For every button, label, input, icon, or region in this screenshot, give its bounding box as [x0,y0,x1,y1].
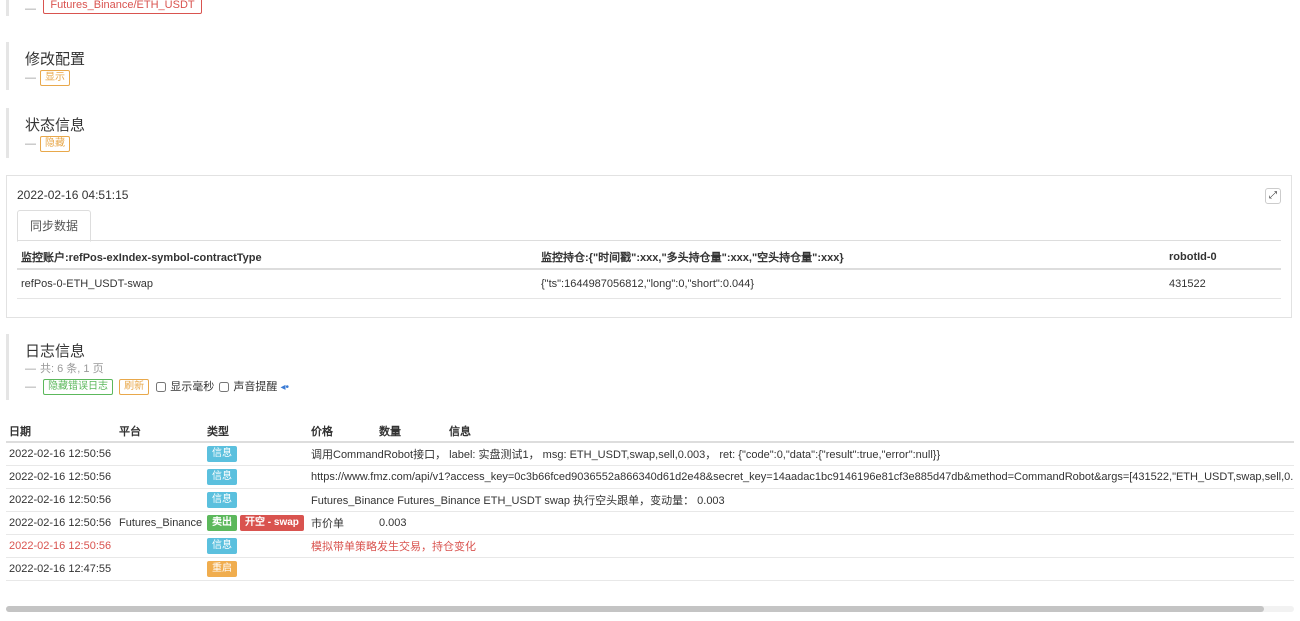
log-title: 日志信息 [25,343,86,360]
status-cell-position: {"ts":1644987056812,"long":0,"short":0.0… [537,269,1165,299]
tab-sync-data[interactable]: 同步数据 [17,210,92,242]
log-summary: 共: 6 条, 1 页 [40,363,104,375]
log-platform [116,557,204,581]
dash: — [25,363,36,375]
speaker-icon[interactable]: ◂• [280,382,289,393]
table-row: 2022-02-16 12:50:56 信息 模拟带单策略发生交易，持仓变化 [6,534,1294,558]
type-badge: 重启 [207,561,237,577]
log-type: 信息 [204,465,308,489]
log-message: Futures_Binance Futures_Binance ETH_USDT… [308,488,1294,512]
dash: — [25,381,36,393]
log-platform [116,465,204,489]
log-message [308,557,1294,581]
status-col-position: 监控持仓:{"时间戳":xxx,"多头持仓量":xxx,"空头持仓量":xxx} [537,246,1165,270]
hide-error-logs-button[interactable]: 隐藏错误日志 [43,379,114,396]
log-col-date: 日期 [6,421,116,443]
log-col-type: 类型 [204,421,308,443]
type-badge: 信息 [207,538,237,554]
type-badge: 卖出 [207,515,237,531]
log-col-platform: 平台 [116,421,204,443]
status-hide-toggle[interactable]: 隐藏 [40,136,70,152]
log-date: 2022-02-16 12:47:55 [6,557,116,581]
log-col-info: 信息 [446,421,1294,443]
log-message: 模拟带单策略发生交易，持仓变化 [308,534,1294,558]
tab-divider [17,240,1281,241]
log-body: 2022-02-16 12:50:56 信息 调用CommandRobot接口， l… [6,442,1294,581]
log-info [446,511,1294,535]
horizontal-scrollbar[interactable] [6,606,1294,612]
log-platform [116,442,204,466]
sound-alert-checkbox[interactable] [219,382,230,393]
log-section: 日志信息 — 共: 6 条, 1 页 — 隐藏错误日志 刷新 显示毫秒 声音提醒 … [6,334,289,400]
log-date: 2022-02-16 12:50:56 [6,534,116,558]
log-platform: Futures_Binance [116,511,204,535]
log-type: 信息 [204,488,308,512]
log-message: https://www.fmz.com/api/v1?access_key=0c… [308,465,1294,489]
table-row: 2022-02-16 12:50:56 Futures_Binance 卖出 开空 -… [6,511,1294,535]
log-type: 信息 [204,534,308,558]
status-table: 监控账户:refPos-exIndex-symbol-contractType … [17,246,1281,299]
config-title: 修改配置 [25,51,86,68]
status-timestamp: 2022-02-16 04:51:15 [17,188,129,202]
sound-alert-label: 声音提醒 [233,381,278,393]
type-badge: 信息 [207,469,237,485]
log-table: 日期 平台 类型 价格 数量 信息 2022-02-16 12:50:56 信息调… [6,421,1294,581]
status-col-robot: robotId-0 [1165,246,1281,270]
table-row: 2022-02-16 12:47:55 重启 [6,557,1294,581]
log-date: 2022-02-16 12:50:56 [6,442,116,466]
log-col-qty: 数量 [376,421,446,443]
type-badge: 信息 [207,492,237,508]
log-platform [116,488,204,512]
show-ms-label: 显示毫秒 [170,381,215,393]
expand-icon[interactable]: ⤢ [1265,188,1281,204]
exchange-tag[interactable]: Futures_Binance/ETH_USDT [43,0,202,14]
refresh-button[interactable]: 刷新 [119,379,150,396]
dash: — [25,138,36,151]
config-section: 修改配置 — 显示 [6,42,85,90]
status-cell-account: refPos-0-ETH_USDT-swap [17,269,537,299]
log-col-price: 价格 [308,421,376,443]
scrollbar-thumb[interactable] [6,606,1264,612]
table-row: 2022-02-16 12:50:56 信息 https://www.fmz.com… [6,465,1294,489]
config-show-toggle[interactable]: 显示 [40,70,70,86]
log-date: 2022-02-16 12:50:56 [6,511,116,535]
log-type: 卖出 开空 - swap [204,511,308,535]
exchange-section: — Futures_Binance/ETH_USDT [6,0,202,16]
log-type: 重启 [204,557,308,581]
log-message: 调用CommandRobot接口， label: 实盘测试1， msg: ETH… [308,442,1294,466]
type-badge: 信息 [207,446,237,462]
log-qty: 0.003 [376,511,446,535]
log-platform [116,534,204,558]
type-badge: 开空 - swap [240,515,304,531]
show-ms-checkbox[interactable] [156,382,167,393]
status-title: 状态信息 [25,117,86,134]
log-price: 市价单 [308,511,376,535]
table-row: 2022-02-16 12:50:56 信息 调用CommandRobot接口， l… [6,442,1294,466]
status-panel: 2022-02-16 04:51:15 ⤢ 同步数据 监控账户:refPos-e… [6,175,1292,318]
log-date: 2022-02-16 12:50:56 [6,465,116,489]
table-row: 2022-02-16 12:50:56 信息 Futures_Binance Fut… [6,488,1294,512]
dash: — [25,3,36,16]
status-col-account: 监控账户:refPos-exIndex-symbol-contractType [17,246,537,270]
table-row: refPos-0-ETH_USDT-swap {"ts":16449870568… [17,269,1281,299]
status-section: 状态信息 — 隐藏 [6,108,85,158]
log-type: 信息 [204,442,308,466]
status-cell-robot: 431522 [1165,269,1281,299]
log-date: 2022-02-16 12:50:56 [6,488,116,512]
dash: — [25,72,36,85]
